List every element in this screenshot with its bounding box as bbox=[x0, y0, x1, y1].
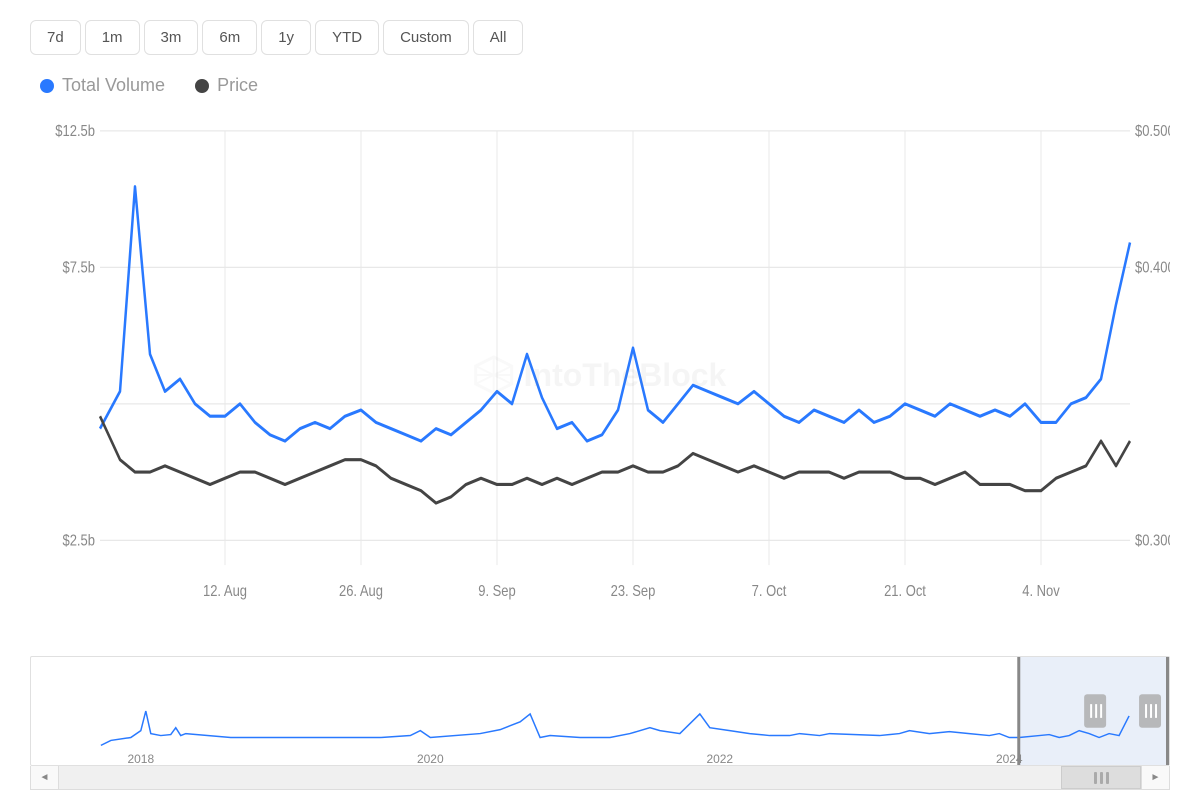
svg-text:12. Aug: 12. Aug bbox=[203, 583, 247, 601]
scroll-grip-icon bbox=[1100, 772, 1103, 784]
svg-text:$0.300000: $0.300000 bbox=[1135, 532, 1170, 550]
svg-text:2022: 2022 bbox=[706, 752, 733, 765]
btn-6m[interactable]: 6m bbox=[202, 20, 257, 55]
svg-text:7. Oct: 7. Oct bbox=[752, 583, 787, 601]
chart-wrapper: IntoTheBlock $12.5b $7.5b bbox=[30, 106, 1170, 790]
scroll-left-arrow[interactable]: ◄ bbox=[31, 766, 59, 790]
navigator-svg: 2018 2020 2022 2024 bbox=[31, 657, 1169, 765]
scrollbar[interactable]: ◄ ► bbox=[30, 766, 1170, 790]
scroll-grip-icon bbox=[1094, 772, 1097, 784]
navigator-chart[interactable]: 2018 2020 2022 2024 bbox=[30, 656, 1170, 766]
scroll-thumb[interactable] bbox=[1061, 766, 1141, 789]
svg-text:21. Oct: 21. Oct bbox=[884, 583, 926, 601]
btn-1y[interactable]: 1y bbox=[261, 20, 311, 55]
time-range-buttons: 7d 1m 3m 6m 1y YTD Custom All bbox=[30, 20, 1170, 55]
btn-all[interactable]: All bbox=[473, 20, 524, 55]
btn-ytd[interactable]: YTD bbox=[315, 20, 379, 55]
svg-text:$7.5b: $7.5b bbox=[63, 259, 95, 277]
scroll-track[interactable] bbox=[59, 766, 1141, 789]
btn-custom[interactable]: Custom bbox=[383, 20, 469, 55]
svg-text:$0.500000: $0.500000 bbox=[1135, 123, 1170, 141]
scroll-right-arrow[interactable]: ► bbox=[1141, 766, 1169, 790]
legend-volume: Total Volume bbox=[40, 75, 165, 96]
chart-legend: Total Volume Price bbox=[40, 75, 1170, 96]
price-dot-icon bbox=[195, 79, 209, 93]
main-chart[interactable]: IntoTheBlock $12.5b $7.5b bbox=[30, 106, 1170, 652]
volume-label: Total Volume bbox=[62, 75, 165, 96]
btn-3m[interactable]: 3m bbox=[144, 20, 199, 55]
svg-text:26. Aug: 26. Aug bbox=[339, 583, 383, 601]
btn-1m[interactable]: 1m bbox=[85, 20, 140, 55]
svg-text:$0.400000: $0.400000 bbox=[1135, 259, 1170, 277]
legend-price: Price bbox=[195, 75, 258, 96]
svg-text:4. Nov: 4. Nov bbox=[1022, 583, 1060, 601]
scroll-grip-icon bbox=[1106, 772, 1109, 784]
svg-text:2018: 2018 bbox=[127, 752, 154, 765]
svg-text:2020: 2020 bbox=[417, 752, 444, 765]
price-label: Price bbox=[217, 75, 258, 96]
svg-text:$12.5b: $12.5b bbox=[55, 123, 95, 141]
btn-7d[interactable]: 7d bbox=[30, 20, 81, 55]
svg-text:$2.5b: $2.5b bbox=[63, 532, 95, 550]
svg-text:23. Sep: 23. Sep bbox=[611, 583, 656, 601]
volume-dot-icon bbox=[40, 79, 54, 93]
main-chart-svg: $12.5b $7.5b $2.5b $0.500000 $0.400000 $… bbox=[30, 106, 1170, 652]
svg-text:9. Sep: 9. Sep bbox=[478, 583, 516, 601]
